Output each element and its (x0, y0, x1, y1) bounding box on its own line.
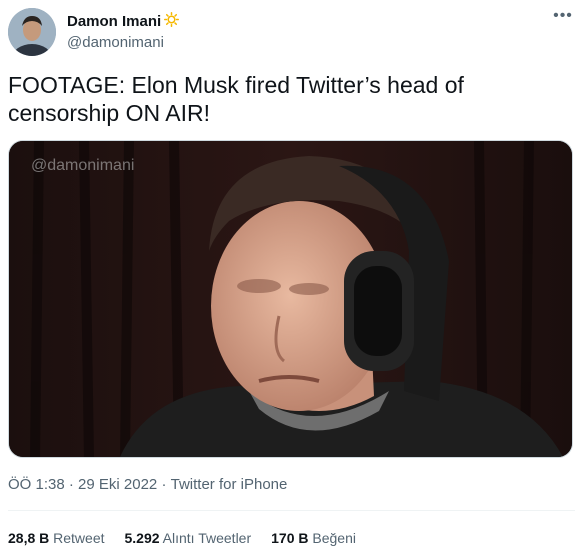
retweets-count: 28,8 B (8, 530, 50, 546)
more-options-icon[interactable]: ••• (551, 8, 575, 30)
quotes-label: Alıntı Tweetler (162, 530, 252, 546)
retweets-label: Retweet (53, 530, 105, 546)
tweet-date[interactable]: 29 Eki 2022 (78, 475, 157, 495)
tweet-stats: 28,8 B Retweet 5.292 Alıntı Tweetler 170… (8, 528, 356, 548)
tweet-time[interactable]: ÖÖ 1:38 (8, 475, 65, 495)
avatar[interactable] (8, 8, 56, 56)
tweet-timestamp: ÖÖ 1:38 · 29 Eki 2022 · Twitter for iPho… (8, 475, 287, 495)
media-watermark: @damonimani (31, 157, 135, 174)
meta-separator: · (161, 476, 167, 493)
tweet-source[interactable]: Twitter for iPhone (171, 475, 288, 495)
likes-count: 170 B (271, 530, 309, 546)
sun-icon (164, 12, 180, 32)
meta-separator: · (68, 476, 74, 493)
quotes-stat[interactable]: 5.292 Alıntı Tweetler (125, 528, 252, 548)
divider (8, 510, 575, 511)
quotes-count: 5.292 (124, 530, 160, 546)
retweets-stat[interactable]: 28,8 B Retweet (8, 528, 105, 548)
likes-stat[interactable]: 170 B Beğeni (271, 528, 356, 548)
likes-label: Beğeni (312, 530, 356, 546)
tweet-media[interactable]: @damonimani (8, 140, 573, 458)
author-display-name[interactable]: Damon Imani (67, 13, 161, 31)
tweet-text: FOOTAGE: Elon Musk fired Twitter’s head … (8, 72, 464, 126)
author-handle[interactable]: @damonimani (67, 33, 179, 53)
tweet-header: Damon Imani @damonimani ••• (8, 8, 575, 56)
